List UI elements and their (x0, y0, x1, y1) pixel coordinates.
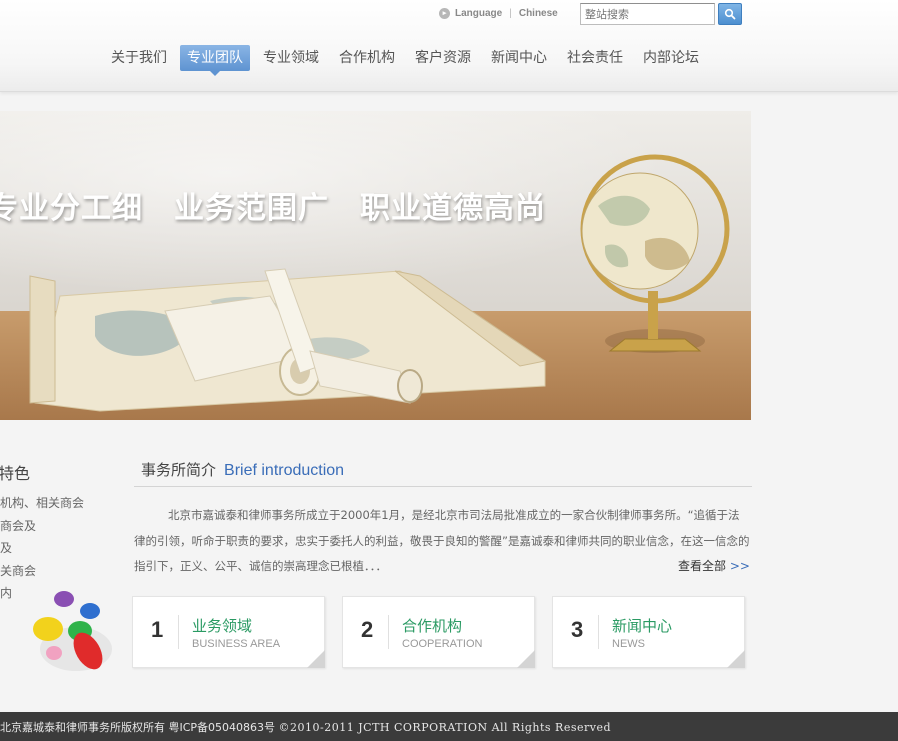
card-cooperation[interactable]: 2 合作机构 COOPERATION (342, 596, 535, 668)
search-input[interactable] (580, 3, 715, 25)
intro-divider (134, 486, 752, 487)
card-title-en: COOPERATION (402, 638, 483, 650)
intro-body: 北京市嘉诚泰和律师事务所成立于2000年1月，是经北京市司法局批准成立的一家合伙… (134, 508, 750, 573)
logo-petal-pink (46, 646, 62, 660)
nav-item-forum[interactable]: 内部论坛 (636, 45, 706, 71)
globe-stand (648, 291, 658, 339)
nav-item-about[interactable]: 关于我们 (104, 45, 174, 71)
search-button[interactable] (718, 3, 742, 25)
hero-banner: 专业分工细 业务范围广 职业道德高尚 (0, 111, 751, 420)
nav-item-clients[interactable]: 客户资源 (408, 45, 478, 71)
double-chevron-right-icon: >> (729, 559, 750, 573)
footer-copyright-en: ©2010-2011 JCTH CORPORATION All Rights R… (278, 721, 612, 734)
banner-slogan: 专业分工细 业务范围广 职业道德高尚 (0, 191, 546, 226)
nav-item-news[interactable]: 新闻中心 (484, 45, 554, 71)
firm-logo (33, 591, 112, 671)
intro-heading-cn: 事务所简介 (141, 461, 217, 479)
intro-heading-en: Brief introduction (224, 462, 345, 479)
map-scroll-left-roll (29, 275, 56, 404)
features-title: 特色 (0, 464, 31, 483)
banner-illustration (29, 154, 730, 412)
logo-petal-purple (54, 591, 74, 607)
features-item[interactable]: 机构、相关商会 (0, 494, 84, 517)
view-all-label[interactable]: 查看全部 (678, 559, 726, 573)
nav-item-team[interactable]: 专业团队 (180, 45, 250, 76)
language-separator: | (509, 7, 512, 19)
language-option-chinese[interactable]: Chinese (519, 8, 558, 19)
card-news[interactable]: 3 新闻中心 NEWS (552, 596, 745, 668)
card-title-cn[interactable]: 新闻中心 (612, 615, 672, 636)
card-title-en: BUSINESS AREA (192, 638, 281, 650)
nav-item-social[interactable]: 社会责任 (560, 45, 630, 71)
intro-heading: 事务所简介 Brief introduction (141, 459, 344, 480)
language-switcher[interactable]: ▸ Language | Chinese (439, 6, 558, 20)
card-divider (598, 615, 599, 649)
logo-petal-blue (80, 603, 100, 619)
main-nav: 关于我们 专业团队 专业领域 合作机构 客户资源 新闻中心 社会责任 内部论坛 (104, 45, 712, 76)
card-divider (388, 615, 389, 649)
nav-item-partners[interactable]: 合作机构 (332, 45, 402, 71)
features-item[interactable]: 商会及 (0, 517, 84, 540)
site-header: ▸ Language | Chinese 关于我们 专业团队 专业领域 合作机构… (0, 0, 898, 92)
site-footer: 北京嘉城泰和律师事务所版权所有 粤ICP备05040863号 ©2010-201… (0, 712, 898, 741)
features-item[interactable]: 关商会 (0, 562, 84, 585)
globe-sphere (581, 172, 699, 290)
nav-item-practice[interactable]: 专业领域 (256, 45, 326, 71)
globe-base (608, 338, 702, 352)
card-title-cn[interactable]: 业务领域 (192, 615, 252, 636)
card-divider (178, 615, 179, 649)
card-title-en: NEWS (612, 638, 645, 650)
search-icon (724, 8, 736, 20)
paper-roll-end-2 (397, 369, 423, 403)
card-number: 2 (361, 617, 374, 642)
card-number: 1 (151, 617, 164, 642)
card-title-cn[interactable]: 合作机构 (402, 615, 462, 636)
view-all-link[interactable]: 查看全部 >> (678, 557, 750, 574)
card-number: 3 (571, 617, 584, 642)
card-business-area[interactable]: 1 业务领域 BUSINESS AREA (132, 596, 325, 668)
logo-petal-yellow (33, 617, 63, 641)
footer-copyright-cn: 北京嘉城泰和律师事务所版权所有 粤ICP备05040863号 (0, 721, 276, 734)
globe-icon: ▸ (439, 7, 450, 19)
features-item[interactable]: 及 (0, 539, 84, 562)
language-label[interactable]: Language (455, 8, 502, 19)
